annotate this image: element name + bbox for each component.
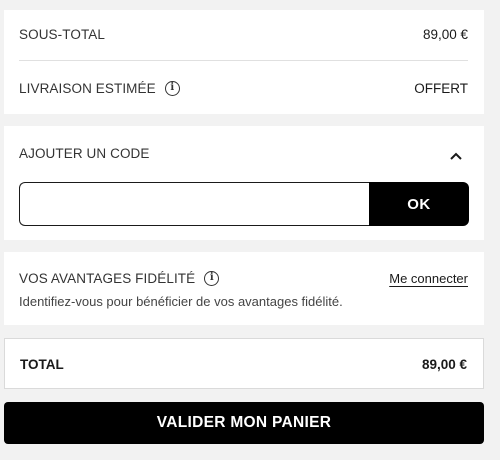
summary-card: SOUS-TOTAL 89,00 € LIVRAISON ESTIMÉE i O… xyxy=(4,10,484,114)
total-box: TOTAL 89,00 € xyxy=(4,338,484,389)
total-value: 89,00 € xyxy=(421,356,467,372)
subtotal-row: SOUS-TOTAL 89,00 € xyxy=(19,24,468,44)
chevron-up-icon[interactable] xyxy=(450,150,462,162)
login-link[interactable]: Me connecter xyxy=(389,271,468,286)
subtotal-label: SOUS-TOTAL xyxy=(19,26,106,42)
loyalty-description-row: Identifiez-vous pour bénéficier de vos a… xyxy=(19,292,468,310)
loyalty-card: VOS AVANTAGES FIDÉLITÉ i Me connecter Id… xyxy=(4,252,484,325)
promo-code-header[interactable]: AJOUTER UN CODE xyxy=(19,143,444,163)
loyalty-label: VOS AVANTAGES FIDÉLITÉ xyxy=(19,270,196,286)
promo-code-label: AJOUTER UN CODE xyxy=(19,145,150,161)
promo-code-card: AJOUTER UN CODE OK xyxy=(4,126,484,240)
subtotal-value: 89,00 € xyxy=(422,26,468,42)
info-icon[interactable]: i xyxy=(204,270,220,286)
loyalty-description: Identifiez-vous pour bénéficier de vos a… xyxy=(19,293,343,309)
checkout-button[interactable]: VALIDER MON PANIER xyxy=(4,402,484,444)
total-label: TOTAL xyxy=(20,356,64,372)
promo-code-submit-button[interactable]: OK xyxy=(369,182,469,226)
promo-code-input[interactable] xyxy=(19,182,370,226)
shipping-label: LIVRAISON ESTIMÉE xyxy=(19,80,156,96)
total-row: TOTAL 89,00 € xyxy=(20,354,467,374)
loyalty-label-group: VOS AVANTAGES FIDÉLITÉ i xyxy=(19,270,220,286)
info-icon[interactable]: i xyxy=(164,80,180,96)
shipping-label-group: LIVRAISON ESTIMÉE i xyxy=(19,80,180,96)
loyalty-header: VOS AVANTAGES FIDÉLITÉ i Me connecter xyxy=(19,268,468,288)
summary-divider xyxy=(19,60,468,61)
shipping-row: LIVRAISON ESTIMÉE i OFFERT xyxy=(19,78,468,98)
shipping-value: OFFERT xyxy=(414,80,468,96)
